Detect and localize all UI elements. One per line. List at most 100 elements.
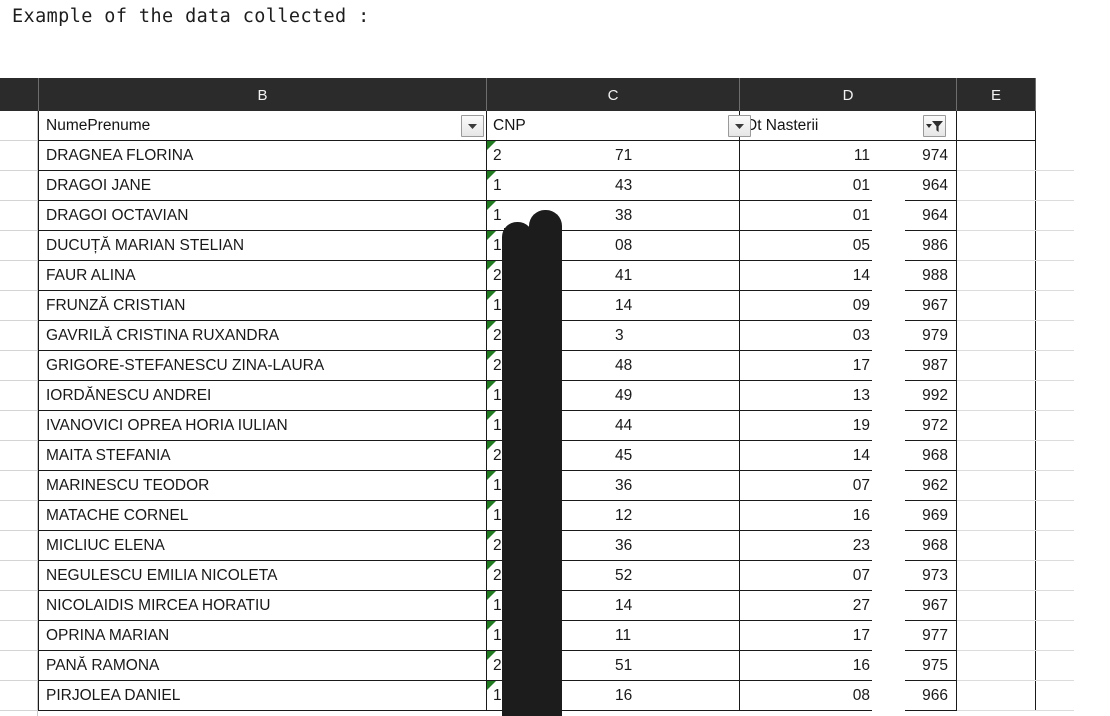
- cell-cnp[interactable]: 1 36: [487, 471, 740, 501]
- gutter-divider: [0, 380, 38, 381]
- gutter-divider: [0, 590, 38, 591]
- cell-e[interactable]: [957, 381, 1036, 411]
- cell-dtnasterii[interactable]: 07 973: [740, 561, 957, 591]
- cell-cnp-lead: 2: [493, 267, 502, 284]
- cell-dtnasterii[interactable]: 05 986: [740, 231, 957, 261]
- cell-name-value: GAVRILĂ CRISTINA RUXANDRA: [46, 327, 280, 344]
- cell-name[interactable]: PIRJOLEA DANIEL: [38, 681, 487, 711]
- page-title: Example of the data collected :: [12, 6, 370, 27]
- cell-dtnasterii[interactable]: 08 966: [740, 681, 957, 711]
- cell-cnp[interactable]: 2 48: [487, 351, 740, 381]
- cell-dtnasterii[interactable]: 13 992: [740, 381, 957, 411]
- cell-dtnasterii[interactable]: 17 977: [740, 621, 957, 651]
- filter-button-b[interactable]: [461, 115, 484, 137]
- cell-e[interactable]: [957, 441, 1036, 471]
- header-cell-cnp[interactable]: CNP: [487, 111, 740, 141]
- cell-cnp-lead: 2: [493, 447, 502, 464]
- cell-cnp[interactable]: 1 43: [487, 171, 740, 201]
- cell-name[interactable]: DRAGOI OCTAVIAN: [38, 201, 487, 231]
- cell-name[interactable]: DRAGOI JANE: [38, 171, 487, 201]
- cell-name[interactable]: PANĂ RAMONA: [38, 651, 487, 681]
- cell-e[interactable]: [957, 561, 1036, 591]
- cell-name[interactable]: FRUNZĂ CRISTIAN: [38, 291, 487, 321]
- cell-dtnasterii[interactable]: 03 979: [740, 321, 957, 351]
- cell-e[interactable]: [957, 291, 1036, 321]
- cell-e[interactable]: [957, 591, 1036, 621]
- cell-dt-right: 979: [922, 327, 948, 344]
- cell-cnp-lead: 2: [493, 657, 502, 674]
- cell-cnp[interactable]: 1 11: [487, 621, 740, 651]
- cell-name[interactable]: OPRINA MARIAN: [38, 621, 487, 651]
- cell-e[interactable]: [957, 261, 1036, 291]
- cell-dt-right: 964: [922, 207, 948, 224]
- cell-cnp[interactable]: 1 12: [487, 501, 740, 531]
- cell-cnp[interactable]: 1 08: [487, 231, 740, 261]
- cell-e[interactable]: [957, 621, 1036, 651]
- cell-name[interactable]: IVANOVICI OPREA HORIA IULIAN: [38, 411, 487, 441]
- cell-dtnasterii[interactable]: 17 987: [740, 351, 957, 381]
- cell-cnp[interactable]: 1 14: [487, 291, 740, 321]
- cell-e[interactable]: [957, 171, 1036, 201]
- column-header-b[interactable]: B: [38, 78, 487, 111]
- cell-e[interactable]: [957, 531, 1036, 561]
- cell-dtnasterii[interactable]: 14 968: [740, 441, 957, 471]
- filter-button-c[interactable]: [728, 115, 751, 137]
- cell-dtnasterii[interactable]: 19 972: [740, 411, 957, 441]
- cell-name[interactable]: IORDĂNESCU ANDREI: [38, 381, 487, 411]
- cell-e[interactable]: [957, 141, 1036, 171]
- cell-name[interactable]: MAITA STEFANIA: [38, 441, 487, 471]
- cell-name[interactable]: MARINESCU TEODOR: [38, 471, 487, 501]
- cell-dtnasterii[interactable]: 16 969: [740, 501, 957, 531]
- cell-cnp[interactable]: 1 49: [487, 381, 740, 411]
- cell-cnp[interactable]: 2 52: [487, 561, 740, 591]
- cell-e[interactable]: [957, 411, 1036, 441]
- column-header-d[interactable]: D: [740, 78, 957, 111]
- cell-name-value: FAUR ALINA: [46, 267, 136, 284]
- column-header-c[interactable]: C: [487, 78, 740, 111]
- cell-cnp[interactable]: 2 45: [487, 441, 740, 471]
- cell-dtnasterii[interactable]: 01 964: [740, 201, 957, 231]
- cell-cnp[interactable]: 1 38: [487, 201, 740, 231]
- cell-dtnasterii[interactable]: 14 988: [740, 261, 957, 291]
- cell-dtnasterii[interactable]: 01 964: [740, 171, 957, 201]
- cell-dtnasterii[interactable]: 23 968: [740, 531, 957, 561]
- cell-dtnasterii[interactable]: 16 975: [740, 651, 957, 681]
- cell-cnp[interactable]: 1 16: [487, 681, 740, 711]
- cell-e[interactable]: [957, 201, 1036, 231]
- cell-name[interactable]: DRAGNEA FLORINA: [38, 141, 487, 171]
- header-cell-numeprenume[interactable]: NumePrenume: [38, 111, 487, 141]
- cell-dtnasterii[interactable]: 11 974: [740, 141, 957, 171]
- cell-dtnasterii[interactable]: 27 967: [740, 591, 957, 621]
- cell-e[interactable]: [957, 231, 1036, 261]
- cell-e[interactable]: [957, 651, 1036, 681]
- cell-cnp[interactable]: 2 41: [487, 261, 740, 291]
- cell-name[interactable]: MATACHE CORNEL: [38, 501, 487, 531]
- cell-cnp[interactable]: 2 36: [487, 531, 740, 561]
- cell-cnp[interactable]: 1 14: [487, 591, 740, 621]
- table-row[interactable]: DRAGNEA FLORINA 2 71 11 974: [38, 141, 1036, 171]
- cell-e[interactable]: [957, 351, 1036, 381]
- cell-dt-right: 977: [922, 627, 948, 644]
- cell-name[interactable]: MICLIUC ELENA: [38, 531, 487, 561]
- cell-name[interactable]: NICOLAIDIS MIRCEA HORATIU: [38, 591, 487, 621]
- filter-active-button-d[interactable]: [923, 115, 946, 137]
- cell-cnp[interactable]: 2 71: [487, 141, 740, 171]
- cell-name[interactable]: GAVRILĂ CRISTINA RUXANDRA: [38, 321, 487, 351]
- cell-cnp[interactable]: 2 51: [487, 651, 740, 681]
- cell-cnp-tail: 71: [615, 147, 633, 164]
- cell-dtnasterii[interactable]: 07 962: [740, 471, 957, 501]
- cell-cnp[interactable]: 23: [487, 321, 740, 351]
- cell-e[interactable]: [957, 321, 1036, 351]
- cell-name[interactable]: FAUR ALINA: [38, 261, 487, 291]
- cell-name[interactable]: DUCUȚĂ MARIAN STELIAN: [38, 231, 487, 261]
- header-cell-e[interactable]: [957, 111, 1036, 141]
- cell-e[interactable]: [957, 471, 1036, 501]
- cell-e[interactable]: [957, 501, 1036, 531]
- cell-name[interactable]: NEGULESCU EMILIA NICOLETA: [38, 561, 487, 591]
- cell-dtnasterii[interactable]: 09 967: [740, 291, 957, 321]
- cell-cnp[interactable]: 1 44: [487, 411, 740, 441]
- cell-e[interactable]: [957, 681, 1036, 711]
- column-header-e[interactable]: E: [957, 78, 1036, 111]
- cell-dt-right: 973: [922, 567, 948, 584]
- cell-name[interactable]: GRIGORE-STEFANESCU ZINA-LAURA: [38, 351, 487, 381]
